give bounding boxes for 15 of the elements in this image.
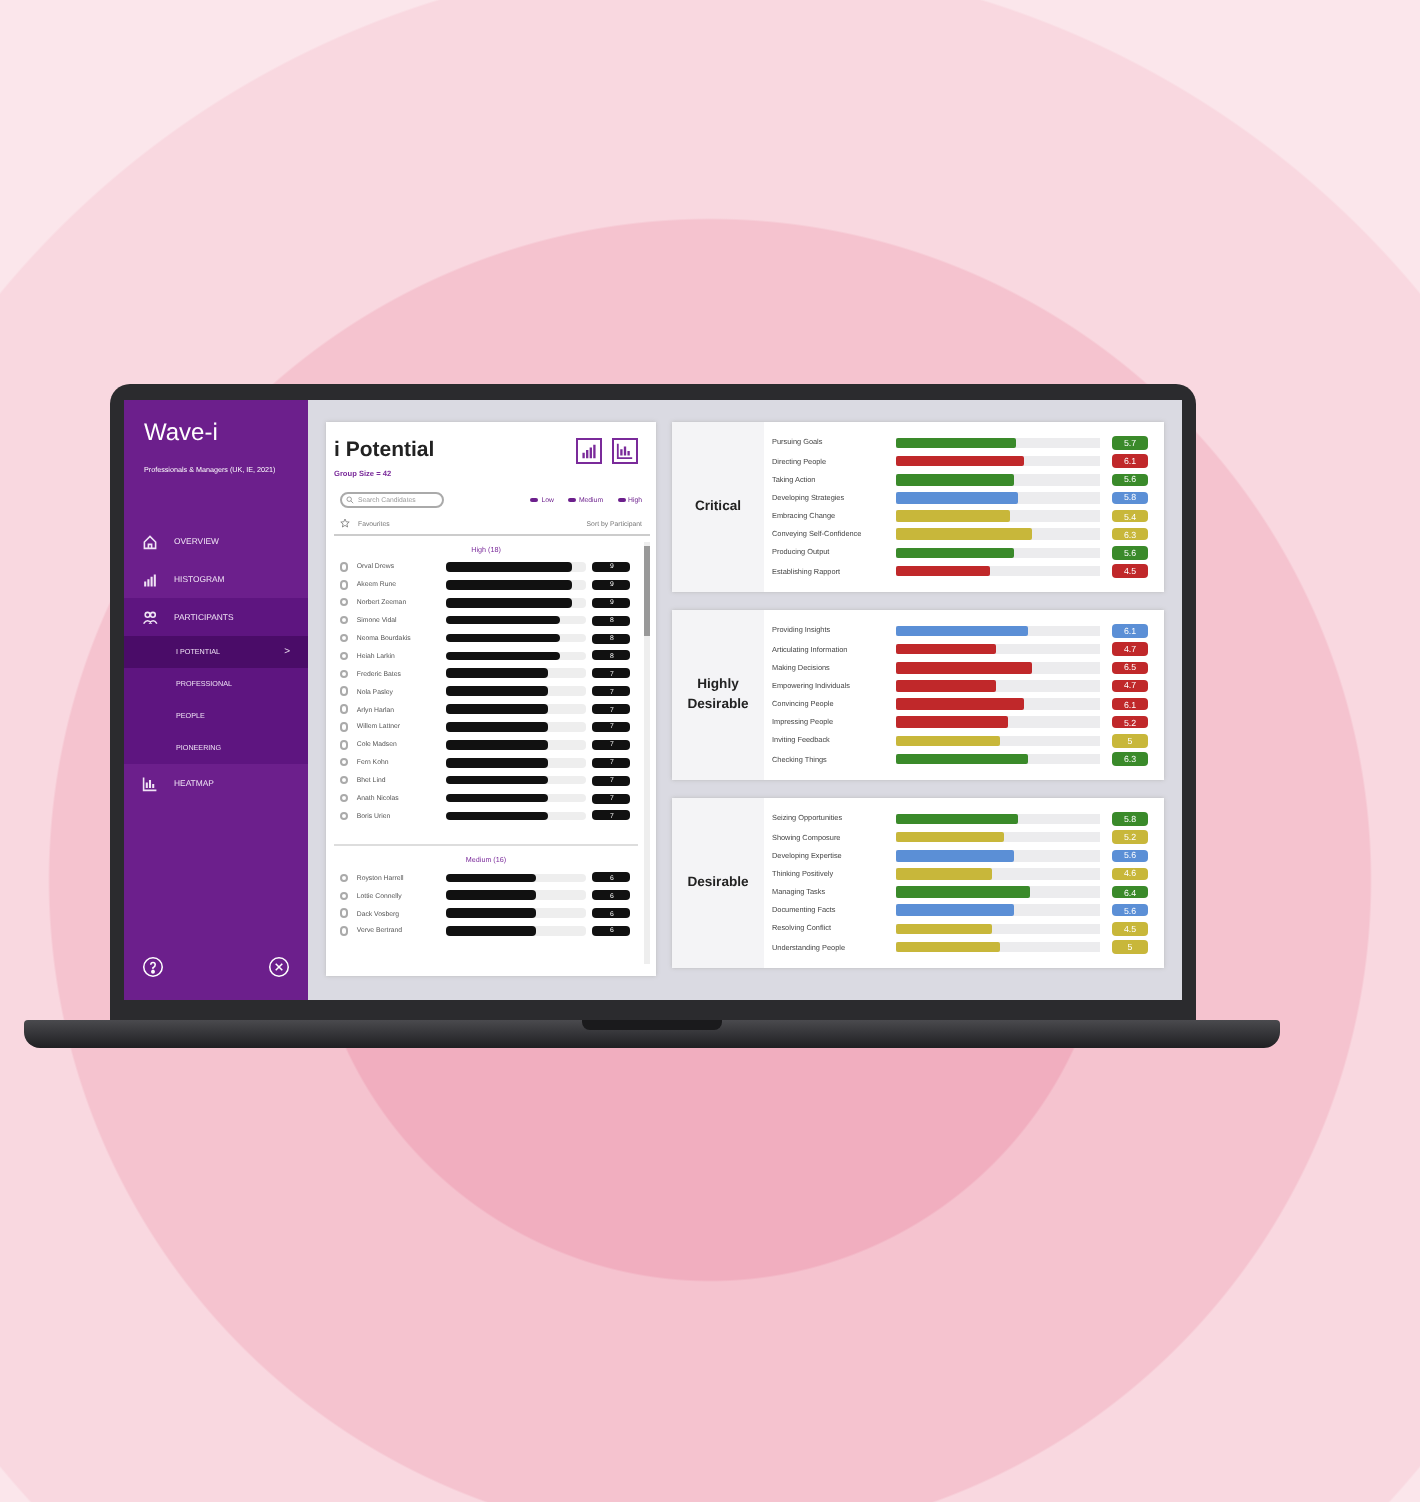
scrollbar-thumb[interactable] [644,546,650,636]
search-icon [346,496,354,504]
bar-chart-icon [142,571,158,587]
bar-chart-view-button[interactable] [576,438,602,464]
page-title: i Potential [334,438,435,462]
home-icon [142,533,158,549]
heatmap-icon [616,442,634,460]
help-icon[interactable] [142,956,164,978]
bar-chart-icon [580,442,598,460]
heatmap-icon [142,775,158,791]
people-icon [142,609,158,625]
app-title: Wave-i [142,416,220,446]
close-icon[interactable] [268,956,290,978]
heatmap-view-button[interactable] [612,438,638,464]
laptop-notch [582,1020,722,1030]
